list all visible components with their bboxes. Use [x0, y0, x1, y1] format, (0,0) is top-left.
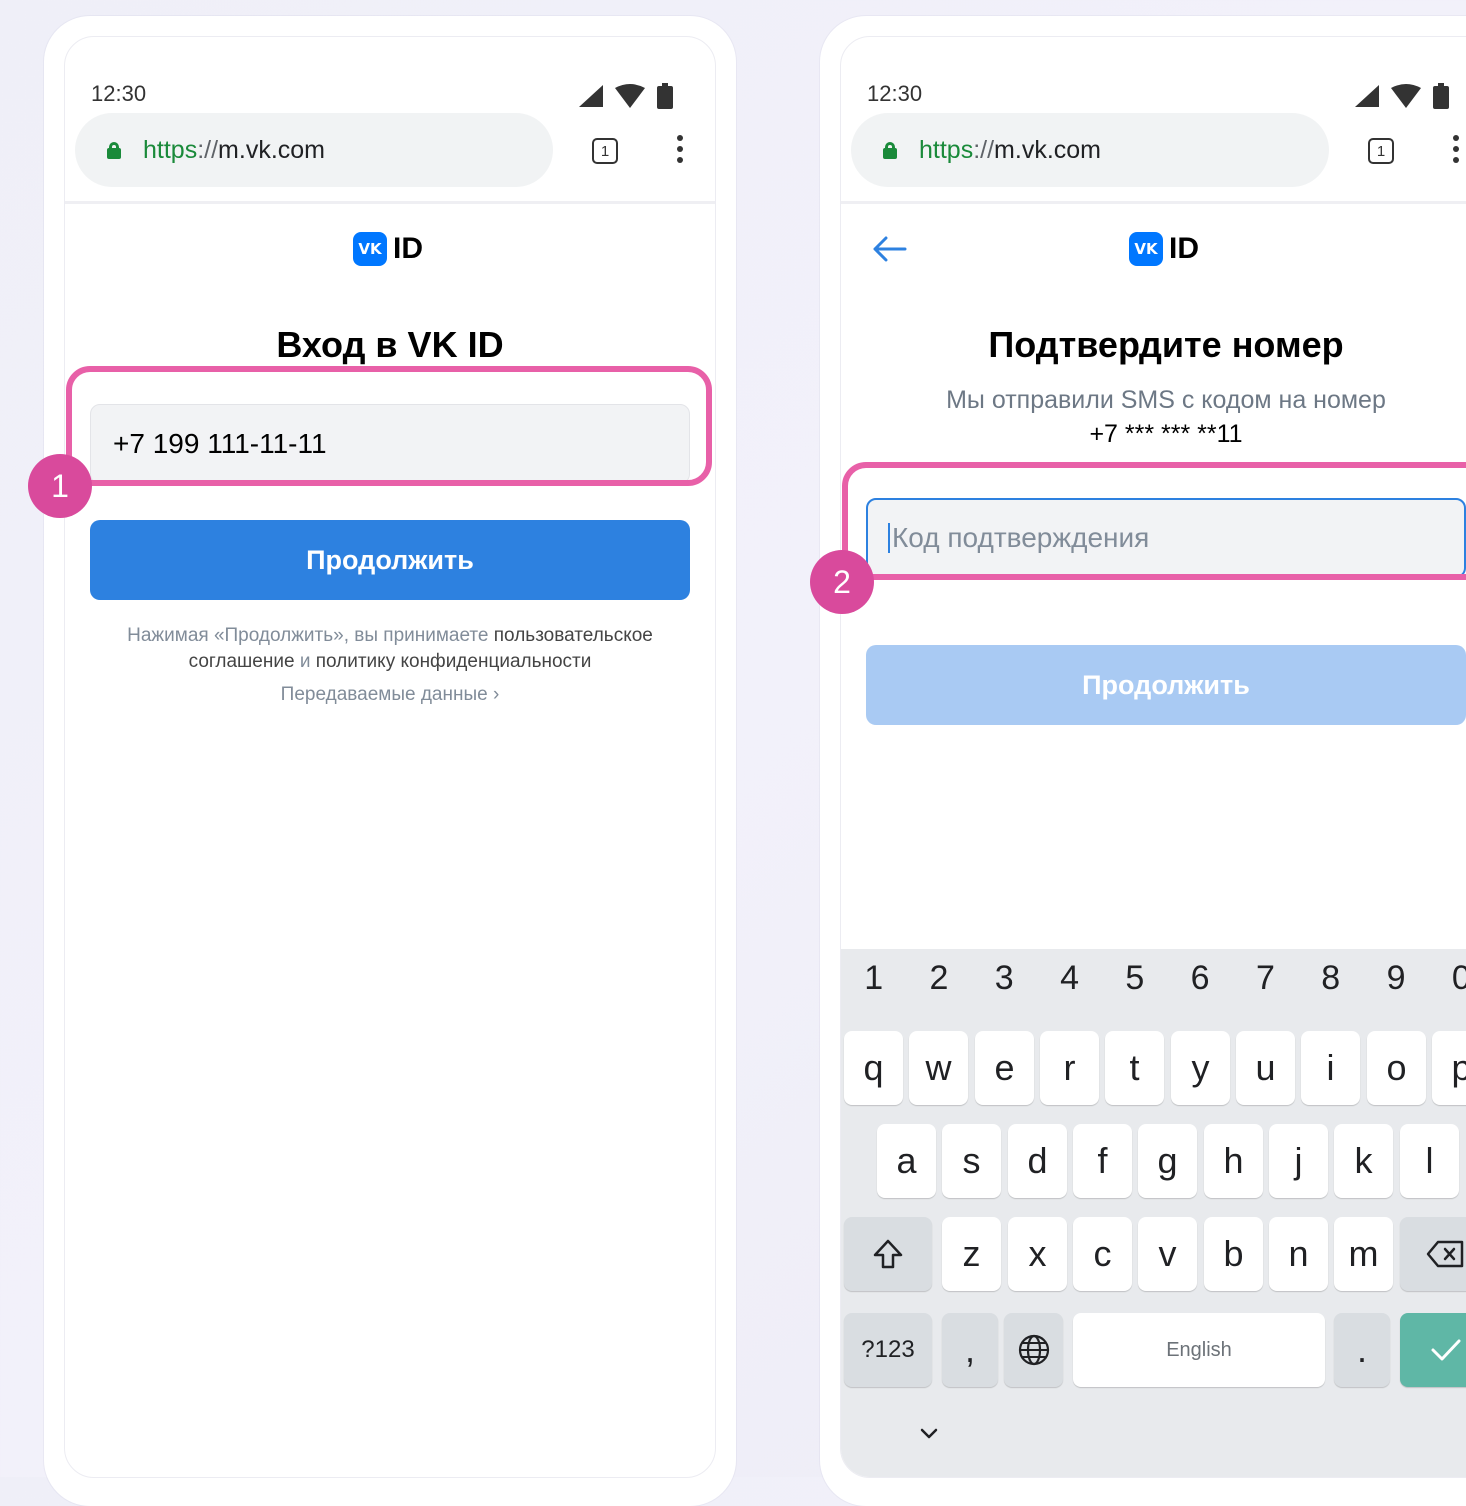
key-d[interactable]: d	[1008, 1124, 1067, 1198]
key-j[interactable]: j	[1269, 1124, 1328, 1198]
step-2-badge: 2	[810, 550, 874, 614]
symbols-key[interactable]: ?123	[844, 1313, 932, 1387]
browser-divider	[65, 201, 715, 204]
vk-id-text: ID	[393, 232, 423, 265]
hide-keyboard-chevron-icon[interactable]	[919, 1427, 939, 1441]
key-r[interactable]: r	[1040, 1031, 1099, 1105]
status-icons	[1355, 83, 1449, 109]
key-e[interactable]: e	[975, 1031, 1034, 1105]
key-4[interactable]: 4	[1037, 959, 1102, 998]
language-key[interactable]	[1004, 1313, 1063, 1387]
onscreen-keyboard: 1 2 3 4 5 6 7 8 9 0 q w e r t y u i o p	[841, 949, 1466, 1477]
key-0[interactable]: 0	[1429, 959, 1466, 998]
key-n[interactable]: n	[1269, 1217, 1328, 1291]
status-time: 12:30	[91, 81, 147, 106]
backspace-key[interactable]	[1400, 1217, 1466, 1291]
continue-button[interactable]: Продолжить	[90, 520, 690, 600]
left-phone-frame: 12:30 https://m.vk.com 1 VK ID Вход в VK…	[44, 16, 736, 1506]
tab-switcher-button[interactable]: 1	[1368, 138, 1394, 164]
url-bar[interactable]: https://m.vk.com	[75, 113, 553, 187]
key-s[interactable]: s	[942, 1124, 1001, 1198]
tab-switcher-button[interactable]: 1	[592, 138, 618, 164]
key-v[interactable]: v	[1138, 1217, 1197, 1291]
vk-id-logo: VK ID	[353, 232, 423, 266]
menu-kebab-icon[interactable]	[677, 135, 683, 168]
page-title: Вход в VK ID	[276, 324, 504, 365]
browser-divider	[841, 201, 1466, 204]
key-6[interactable]: 6	[1167, 959, 1232, 998]
continue-button[interactable]: Продолжить	[866, 645, 1466, 725]
vk-logo-icon: VK	[353, 232, 387, 266]
wifi-icon	[1391, 84, 1421, 108]
vk-id-logo: VK ID	[1129, 232, 1199, 266]
key-m[interactable]: m	[1334, 1217, 1393, 1291]
url-text: https://m.vk.com	[143, 135, 325, 164]
key-i[interactable]: i	[1301, 1031, 1360, 1105]
key-9[interactable]: 9	[1363, 959, 1428, 998]
status-time: 12:30	[867, 81, 923, 106]
shared-data-link[interactable]: Передаваемые данные ›	[65, 684, 715, 706]
sms-sent-text: Мы отправили SMS с кодом на номер +7 ***…	[841, 383, 1466, 451]
menu-kebab-icon[interactable]	[1453, 135, 1459, 168]
key-h[interactable]: h	[1204, 1124, 1263, 1198]
wifi-icon	[615, 84, 645, 108]
key-7[interactable]: 7	[1233, 959, 1298, 998]
key-q[interactable]: q	[844, 1031, 903, 1105]
terms-text: Нажимая «Продолжить», вы принимаете поль…	[127, 625, 653, 672]
url-text: https://m.vk.com	[919, 135, 1101, 164]
key-5[interactable]: 5	[1102, 959, 1167, 998]
key-l[interactable]: l	[1400, 1124, 1459, 1198]
key-1[interactable]: 1	[841, 959, 906, 998]
step-2-highlight	[842, 462, 1466, 580]
key-g[interactable]: g	[1138, 1124, 1197, 1198]
key-o[interactable]: o	[1367, 1031, 1426, 1105]
key-t[interactable]: t	[1105, 1031, 1164, 1105]
shift-key[interactable]	[844, 1217, 932, 1291]
battery-icon	[1433, 83, 1449, 109]
lock-icon	[107, 142, 121, 159]
left-phone-screen: 12:30 https://m.vk.com 1 VK ID Вход в VK…	[64, 36, 716, 1478]
globe-icon	[1018, 1334, 1049, 1366]
vk-id-text: ID	[1169, 232, 1199, 265]
key-x[interactable]: x	[1008, 1217, 1067, 1291]
step-1-badge: 1	[28, 454, 92, 518]
key-f[interactable]: f	[1073, 1124, 1132, 1198]
shift-icon	[873, 1239, 903, 1269]
step-1-highlight	[66, 366, 712, 486]
backspace-icon	[1426, 1240, 1463, 1268]
key-w[interactable]: w	[909, 1031, 968, 1105]
key-a[interactable]: a	[877, 1124, 936, 1198]
key-u[interactable]: u	[1236, 1031, 1295, 1105]
signal-icon	[579, 85, 603, 107]
key-3[interactable]: 3	[972, 959, 1037, 998]
back-arrow-icon[interactable]	[871, 235, 907, 263]
lock-icon	[883, 142, 897, 159]
key-z[interactable]: z	[942, 1217, 1001, 1291]
number-row: 1 2 3 4 5 6 7 8 9 0	[841, 959, 1466, 998]
signal-icon	[1355, 85, 1379, 107]
enter-key[interactable]	[1400, 1313, 1466, 1387]
checkmark-icon	[1431, 1339, 1460, 1361]
page-title: Подтвердите номер	[988, 324, 1344, 365]
right-phone-screen: 12:30 https://m.vk.com 1 VK ID Подтверди…	[840, 36, 1466, 1478]
vk-logo-icon: VK	[1129, 232, 1163, 266]
key-c[interactable]: c	[1073, 1217, 1132, 1291]
status-icons	[579, 83, 673, 109]
key-b[interactable]: b	[1204, 1217, 1263, 1291]
space-key[interactable]: English	[1073, 1313, 1325, 1387]
key-k[interactable]: k	[1334, 1124, 1393, 1198]
comma-key[interactable]: ,	[942, 1313, 998, 1387]
masked-phone: +7 *** *** **11	[1089, 420, 1243, 448]
right-phone-frame: 12:30 https://m.vk.com 1 VK ID Подтверди…	[820, 16, 1466, 1506]
key-y[interactable]: y	[1171, 1031, 1230, 1105]
key-8[interactable]: 8	[1298, 959, 1363, 998]
key-2[interactable]: 2	[906, 959, 971, 998]
period-key[interactable]: .	[1334, 1313, 1390, 1387]
url-bar[interactable]: https://m.vk.com	[851, 113, 1329, 187]
privacy-policy-link[interactable]: политику конфиденциальности	[316, 651, 592, 672]
battery-icon	[657, 83, 673, 109]
key-p[interactable]: p	[1432, 1031, 1466, 1105]
